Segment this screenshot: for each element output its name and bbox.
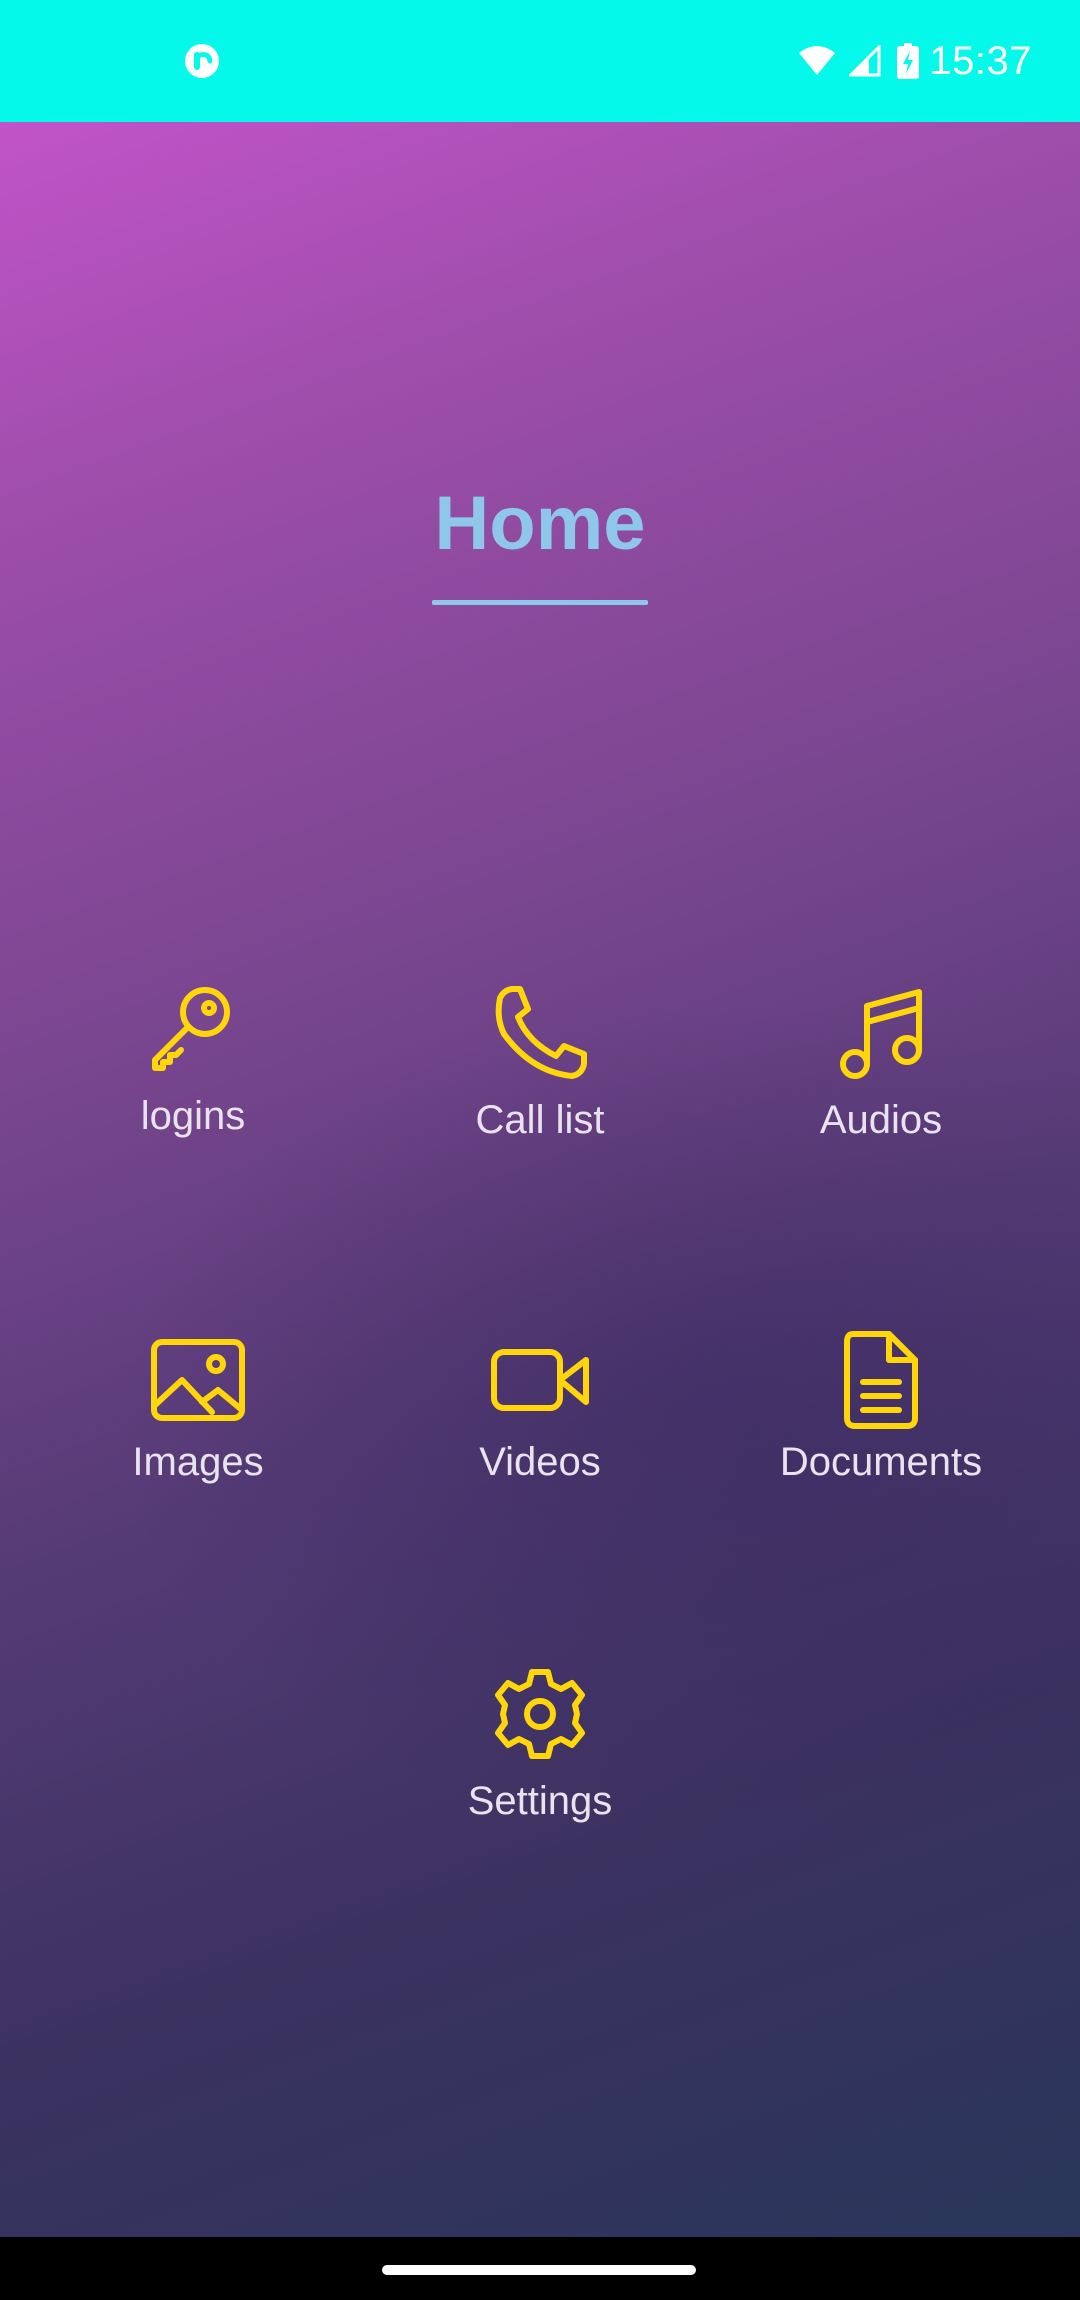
image-icon [148, 1330, 248, 1430]
main-content: Home logins Call list Audios Images Vide… [0, 122, 1080, 2237]
menu-item-label: Documents [779, 1440, 983, 1484]
menu-item-logins[interactable]: logins [53, 982, 333, 1182]
key-icon [143, 982, 243, 1082]
menu-item-images[interactable]: Images [58, 1322, 338, 1522]
menu-item-label: Images [132, 1440, 264, 1484]
app-notification-icon [183, 42, 221, 80]
menu-item-audios[interactable]: Audios [741, 982, 1021, 1182]
menu-item-settings[interactable]: Settings [400, 1662, 680, 1862]
document-icon [831, 1330, 931, 1430]
menu-item-label: Settings [467, 1779, 613, 1823]
wifi-icon [797, 45, 837, 77]
menu-item-documents[interactable]: Documents [741, 1322, 1021, 1522]
video-camera-icon [490, 1330, 590, 1430]
status-time: 15:37 [929, 38, 1032, 83]
menu-item-label: Audios [819, 1098, 943, 1142]
navigation-bar [0, 2237, 1080, 2300]
status-bar: 15:37 [0, 0, 1080, 122]
title-underline [432, 600, 648, 605]
menu-item-label: logins [140, 1094, 246, 1138]
menu-item-label: Call list [475, 1098, 605, 1142]
phone-icon [490, 984, 590, 1084]
menu-item-label: Videos [479, 1440, 601, 1484]
status-indicators: 15:37 [797, 36, 1032, 86]
home-gesture-handle[interactable] [382, 2265, 696, 2275]
battery-charging-icon [897, 43, 920, 79]
home-screen: 15:37 Home logins Call list Audios Image… [0, 0, 1080, 2300]
gear-icon [490, 1664, 590, 1764]
page-title: Home [434, 481, 646, 566]
cellular-signal-icon [849, 45, 881, 77]
menu-item-videos[interactable]: Videos [400, 1322, 680, 1522]
menu-item-call-list[interactable]: Call list [400, 982, 680, 1182]
music-note-icon [831, 984, 931, 1084]
